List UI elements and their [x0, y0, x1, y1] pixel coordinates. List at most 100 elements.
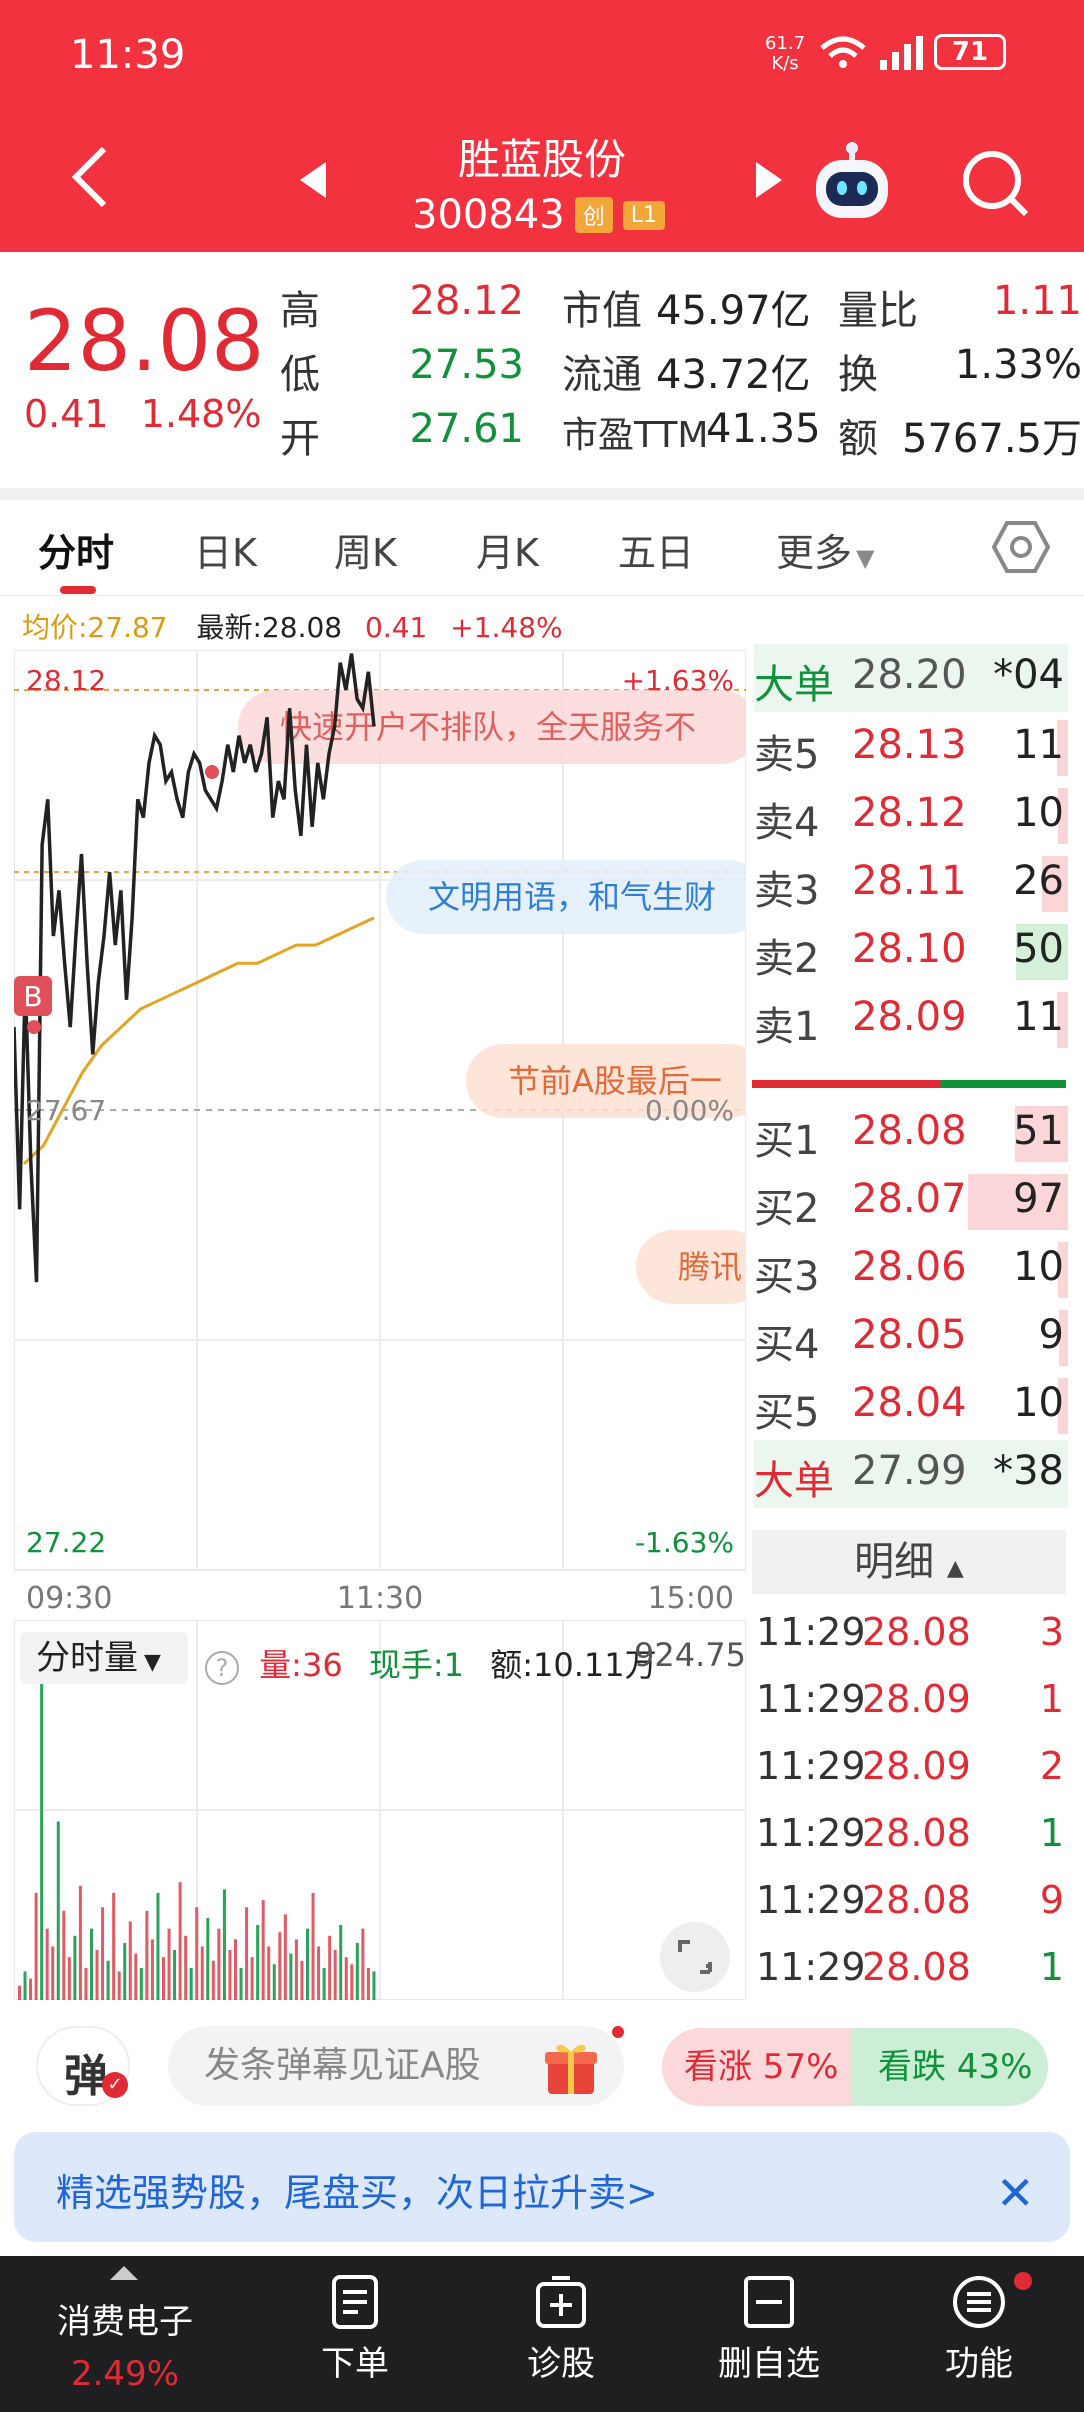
settings-icon[interactable] [992, 518, 1050, 576]
board-tag: 创 [574, 197, 613, 233]
nav-functions[interactable]: 功能 [904, 2256, 1054, 2412]
latest-percent: +1.48% [450, 611, 563, 644]
order-price: 28.20 [852, 652, 967, 698]
next-stock-icon[interactable] [756, 162, 782, 198]
volume-bar [306, 1928, 309, 2000]
trade-time: 11:29 [756, 1811, 866, 1855]
label-open: 开 [280, 416, 320, 462]
detail-header[interactable]: 明细 ▲ [752, 1530, 1066, 1594]
volume-bar [200, 1946, 204, 2000]
help-icon[interactable]: ? [205, 1651, 239, 1685]
current-hand: 现手:1 [368, 1646, 465, 1684]
order-price: 27.99 [852, 1448, 967, 1494]
volume-bar [40, 1678, 44, 2000]
volume-bar [322, 1967, 326, 2000]
order-label: 卖5 [754, 732, 820, 778]
volume-selector-label: 分时量 [36, 1638, 138, 1678]
value-amount: 5767.5万 [902, 416, 1082, 462]
volume-bar [267, 1946, 271, 2000]
label-low: 低 [280, 352, 320, 398]
speed-value: 61.7 [765, 33, 806, 54]
bottom-nav: 消费电子 2.49% 下单 诊股 删自选 功能 [0, 2256, 1084, 2412]
nav-order-label: 下单 [321, 2344, 389, 2384]
tab-intraday[interactable]: 分时 [38, 522, 114, 577]
volume-bar [317, 1946, 321, 2000]
ask-row-1[interactable]: 卖1 28.09 11 [754, 986, 1068, 1054]
volume-bar [173, 1950, 177, 2000]
volume-bar [112, 1892, 116, 2000]
tab-monthly-k[interactable]: 月K [476, 522, 539, 577]
label-market-cap: 市值 [562, 288, 642, 334]
search-icon[interactable] [960, 148, 1032, 220]
tab-weekly-k[interactable]: 周K [334, 522, 397, 577]
order-label: 卖4 [754, 800, 820, 846]
danmu-toggle-button[interactable]: 弹 ✓ [36, 2026, 130, 2106]
comment-text-0: 快速开户不排队，全天服务不 [280, 708, 696, 746]
order-label: 大单 [754, 1458, 834, 1504]
order-label: 买4 [754, 1322, 820, 1368]
trade-volume: 1 [1039, 1677, 1064, 1721]
bid-row-2[interactable]: 买2 28.07 97 [754, 1168, 1068, 1236]
label-high: 高 [280, 288, 320, 334]
volume-bar [250, 1957, 254, 2000]
intraday-chart[interactable]: 快速开户不排队，全天服务不文明用语，和气生财节前A股最后一腾讯 28.12 +1… [14, 650, 746, 1612]
volume-bar [361, 1928, 365, 2000]
fullscreen-icon [678, 1940, 712, 1974]
bid-row-4[interactable]: 买4 28.05 9 [754, 1304, 1068, 1372]
promo-banner[interactable]: 精选强势股，尾盘买，次日拉升卖> ✕ [14, 2132, 1070, 2242]
danmu-input[interactable]: 发条弹幕见证A股 [168, 2026, 624, 2106]
ask-row-5[interactable]: 卖5 28.13 11 [754, 714, 1068, 782]
notification-dot [612, 2026, 624, 2038]
ask-row-2[interactable]: 卖2 28.10 50 [754, 918, 1068, 986]
order-price: 28.11 [852, 858, 967, 904]
change-percent: 1.48% [140, 392, 262, 436]
detail-title: 明细 [854, 1539, 935, 1585]
volume-bar [294, 1939, 298, 2000]
volume-bar [134, 1953, 138, 2000]
order-price: 28.13 [852, 722, 967, 768]
nav-sector[interactable]: 消费电子 2.49% [30, 2256, 220, 2412]
robot-assistant-icon[interactable] [808, 138, 896, 226]
volume-bar [73, 1935, 77, 2000]
check-icon: ✓ [102, 2072, 128, 2098]
volume-selector[interactable]: 分时量 ▼ [20, 1632, 188, 1684]
volume-bar [150, 1939, 154, 2000]
latest-price: 最新:28.08 [196, 611, 343, 644]
x-tick-open: 09:30 [26, 1581, 112, 1612]
comment-pill-0: 快速开户不排队，全天服务不 [238, 690, 746, 764]
volume-bar [283, 1914, 287, 2000]
trade-price: 28.09 [862, 1744, 971, 1788]
promo-text: 精选强势股，尾盘买，次日拉升卖> [56, 2171, 658, 2215]
bid-row-1[interactable]: 买1 28.08 51 [754, 1100, 1068, 1168]
big-order-bottom[interactable]: 大单 27.99 *38 [754, 1440, 1068, 1508]
close-icon[interactable]: ✕ [996, 2166, 1035, 2220]
expand-chart-button[interactable] [660, 1922, 730, 1992]
value-low: 27.53 [409, 342, 524, 388]
bid-row-5[interactable]: 买5 28.04 10 [754, 1372, 1068, 1440]
order-price: 28.12 [852, 790, 967, 836]
trade-marker-1 [205, 765, 219, 779]
bearish-vote-button[interactable]: 看跌 43% [852, 2028, 1048, 2106]
ask-row-3[interactable]: 卖3 28.11 26 [754, 850, 1068, 918]
nav-diagnose[interactable]: 诊股 [486, 2256, 636, 2412]
order-volume: 97 [1013, 1176, 1064, 1222]
bullish-vote-button[interactable]: 看涨 57% [662, 2028, 856, 2106]
tab-five-day[interactable]: 五日 [618, 522, 694, 577]
bid-row-3[interactable]: 买3 28.06 10 [754, 1236, 1068, 1304]
notification-dot [1014, 2272, 1032, 2290]
volume-bar [128, 1921, 132, 2000]
stock-code: 300843 [412, 192, 565, 238]
gift-icon[interactable] [542, 2040, 600, 2096]
caret-up-icon [110, 2266, 138, 2280]
change-value: 0.41 [24, 392, 109, 436]
nav-remove-watchlist[interactable]: 删自选 [694, 2256, 844, 2412]
big-order-top[interactable]: 大单 28.20 *04 [754, 644, 1068, 712]
order-price: 28.09 [852, 994, 967, 1040]
nav-order[interactable]: 下单 [280, 2256, 430, 2412]
order-price: 28.04 [852, 1380, 967, 1426]
tab-daily-k[interactable]: 日K [194, 522, 257, 577]
order-price: 28.05 [852, 1312, 967, 1358]
ask-row-4[interactable]: 卖4 28.12 10 [754, 782, 1068, 850]
tab-more[interactable]: 更多 ▼ [776, 522, 874, 577]
network-speed: 61.7 K/s [765, 34, 805, 74]
